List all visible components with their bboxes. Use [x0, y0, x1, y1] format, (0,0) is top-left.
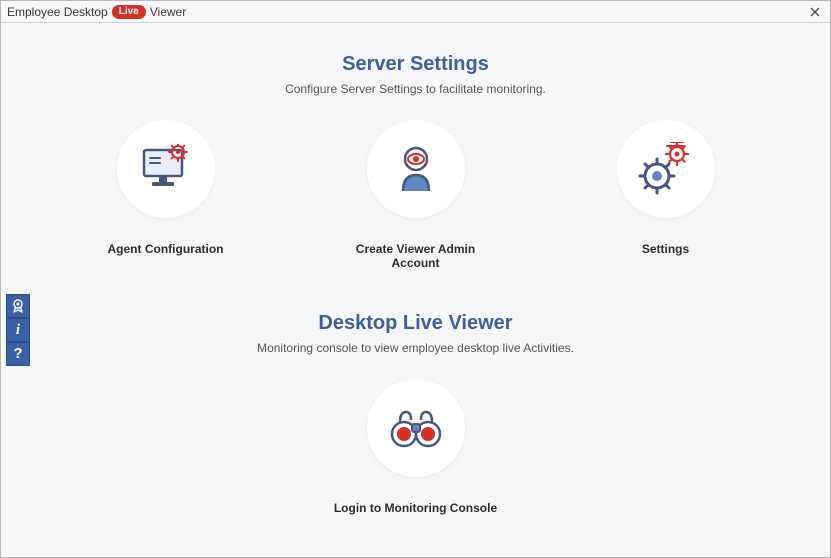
close-icon [810, 7, 820, 17]
agent-configuration-card[interactable]: Agent Configuration [86, 120, 246, 270]
server-cards-row: Agent Configuration Create Viewer Admin … [1, 120, 830, 270]
close-button[interactable] [806, 1, 824, 22]
title-part2: Viewer [150, 5, 186, 19]
info-button[interactable]: i [6, 318, 30, 342]
viewer-cards-row: Login to Monitoring Console [1, 379, 830, 515]
side-toolbar: i ? [6, 294, 30, 366]
server-settings-title: Server Settings [1, 53, 830, 76]
settings-card[interactable]: Settings [586, 120, 746, 270]
settings-circle [617, 120, 715, 218]
help-button[interactable]: ? [6, 342, 30, 366]
server-settings-header: Server Settings Configure Server Setting… [1, 53, 830, 96]
settings-label: Settings [642, 242, 689, 256]
binoculars-icon [389, 404, 443, 452]
server-settings-subtitle: Configure Server Settings to facilitate … [1, 82, 830, 96]
create-admin-card[interactable]: Create Viewer Admin Account [336, 120, 496, 270]
login-console-card[interactable]: Login to Monitoring Console [306, 379, 526, 515]
create-admin-circle [367, 120, 465, 218]
viewer-subtitle: Monitoring console to view employee desk… [1, 341, 830, 355]
monitor-gear-icon [138, 144, 194, 194]
double-gear-icon [637, 142, 695, 196]
award-icon [10, 298, 26, 314]
window-title: Employee Desktop Live Viewer [7, 5, 186, 19]
viewer-title: Desktop Live Viewer [1, 312, 830, 335]
agent-configuration-label: Agent Configuration [108, 242, 224, 256]
info-icon: i [7, 319, 29, 341]
title-part1: Employee Desktop [7, 5, 108, 19]
titlebar: Employee Desktop Live Viewer [1, 1, 830, 23]
live-badge: Live [112, 5, 146, 19]
award-button[interactable] [6, 294, 30, 318]
create-admin-label: Create Viewer Admin Account [336, 242, 496, 270]
login-console-label: Login to Monitoring Console [334, 501, 497, 515]
viewer-header: Desktop Live Viewer Monitoring console t… [1, 312, 830, 355]
login-console-circle [367, 379, 465, 477]
content-area: i ? Server Settings Configure Server Set… [1, 23, 830, 557]
user-eye-icon [392, 143, 440, 195]
agent-configuration-circle [117, 120, 215, 218]
help-icon: ? [7, 343, 29, 365]
